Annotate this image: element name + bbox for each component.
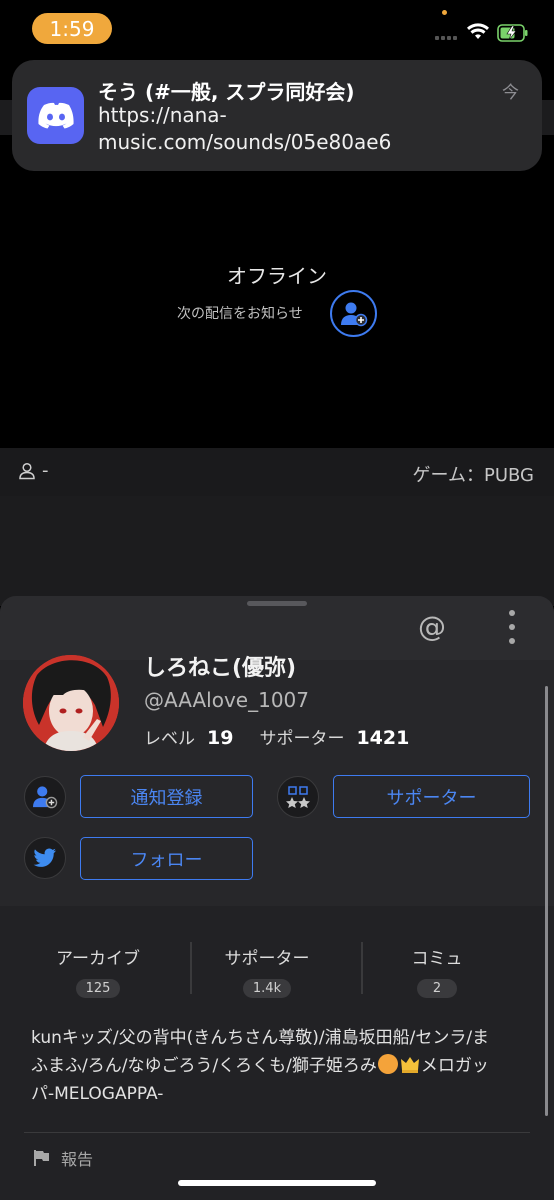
supporter-count-value: 1421 bbox=[356, 727, 410, 749]
mention-button[interactable]: @ bbox=[414, 608, 450, 644]
follow-button[interactable]: フォロー bbox=[80, 837, 253, 880]
discord-notification[interactable]: そう (#一般, スプラ同好会) https://nana-music.com/… bbox=[12, 60, 542, 171]
profile-sheet: @ しろねこ(優弥) @AAAlove_1007 レベル 19 サポーター 14… bbox=[0, 596, 554, 1200]
twitter-icon bbox=[33, 848, 56, 867]
level-value: 19 bbox=[207, 727, 234, 749]
profile-bio: kunキッズ/父の背中(きんちさん尊敬)/浦島坂田船/センラ/ま ふまふ/ろん/… bbox=[31, 1024, 525, 1108]
drag-handle[interactable] bbox=[247, 601, 307, 606]
profile-stats: レベル 19 サポーター 1421 bbox=[144, 724, 435, 749]
archive-label: アーカイブ bbox=[56, 949, 140, 969]
supporter-count-label: サポーター bbox=[259, 729, 345, 749]
viewer-count: - bbox=[18, 460, 49, 481]
home-indicator[interactable] bbox=[178, 1180, 376, 1186]
community-label: コミュ bbox=[411, 949, 463, 969]
battery-charging-icon bbox=[497, 24, 528, 42]
notify-register-button[interactable]: 通知登録 bbox=[80, 775, 253, 818]
bio-line-1: kunキッズ/父の背中(きんちさん尊敬)/浦島坂田船/センラ/ま bbox=[31, 1028, 490, 1048]
status-bar: 1:59 bbox=[0, 0, 554, 58]
more-dot-icon bbox=[509, 610, 515, 616]
crown-emoji-icon bbox=[400, 1057, 419, 1073]
divider bbox=[24, 1132, 530, 1133]
next-stream-notify-text: 次の配信をお知らせ bbox=[177, 306, 303, 322]
profile-card: しろねこ(優弥) @AAAlove_1007 レベル 19 サポーター 1421… bbox=[0, 655, 554, 906]
profile-counts: アーカイブ 125 サポーター 1.4k コミュ 2 bbox=[0, 920, 554, 1010]
discord-icon bbox=[27, 87, 84, 144]
add-user-icon bbox=[340, 302, 367, 326]
notification-title: そう (#一般, スプラ同好会) bbox=[98, 80, 355, 104]
community-count[interactable]: コミュ 2 bbox=[351, 920, 523, 998]
supporter-badge: 1.4k bbox=[242, 979, 292, 998]
community-badge: 2 bbox=[417, 979, 457, 998]
notify-next-stream-button[interactable] bbox=[330, 290, 377, 337]
archive-badge: 125 bbox=[75, 979, 121, 998]
person-icon bbox=[19, 462, 35, 479]
viewer-count-value: - bbox=[42, 460, 49, 481]
content-background bbox=[0, 496, 554, 606]
more-options-button[interactable] bbox=[500, 610, 524, 644]
profile-handle: @AAAlove_1007 bbox=[144, 688, 309, 712]
stars-icon bbox=[286, 786, 310, 808]
wifi-icon bbox=[467, 23, 489, 39]
twitter-button[interactable] bbox=[24, 837, 66, 879]
scrollbar[interactable] bbox=[545, 686, 548, 1116]
at-icon: @ bbox=[418, 609, 446, 643]
lion-emoji-icon bbox=[377, 1054, 398, 1074]
bio-line-4: パ-MELOGAPPA- bbox=[31, 1084, 164, 1104]
supporter-icon-button[interactable] bbox=[277, 776, 319, 818]
bio-line-2: ふまふ/ろん/なゆごろう/くろくも/獅子姫ろみ bbox=[31, 1056, 377, 1076]
flag-icon bbox=[34, 1150, 49, 1166]
add-user-icon bbox=[33, 786, 58, 809]
notification-time: 今 bbox=[502, 83, 519, 103]
report-button[interactable]: 報告 bbox=[33, 1146, 93, 1170]
more-dot-icon bbox=[509, 624, 515, 630]
archive-count[interactable]: アーカイブ 125 bbox=[12, 920, 184, 998]
game-label: ゲーム：PUBG bbox=[412, 465, 534, 486]
stream-info-bar: - ゲーム：PUBG bbox=[0, 448, 554, 496]
notify-register-icon-button[interactable] bbox=[24, 776, 66, 818]
offline-title: オフライン bbox=[227, 264, 327, 288]
notification-body: https://nana-music.com/sounds/05e80ae6 bbox=[98, 103, 392, 154]
cellular-signal-icon bbox=[435, 36, 457, 40]
supporter-count[interactable]: サポーター 1.4k bbox=[181, 920, 353, 998]
bio-line-3: メロガッ bbox=[420, 1056, 489, 1076]
supporter-button[interactable]: サポーター bbox=[333, 775, 530, 818]
profile-name: しろねこ(優弥) bbox=[144, 656, 297, 681]
avatar[interactable] bbox=[23, 655, 119, 751]
status-time[interactable]: 1:59 bbox=[32, 13, 112, 44]
report-label: 報告 bbox=[61, 1150, 94, 1169]
privacy-indicator-dot bbox=[442, 10, 447, 15]
more-dot-icon bbox=[509, 638, 515, 644]
supporter-label: サポーター bbox=[224, 949, 310, 969]
level-label: レベル bbox=[144, 729, 195, 749]
